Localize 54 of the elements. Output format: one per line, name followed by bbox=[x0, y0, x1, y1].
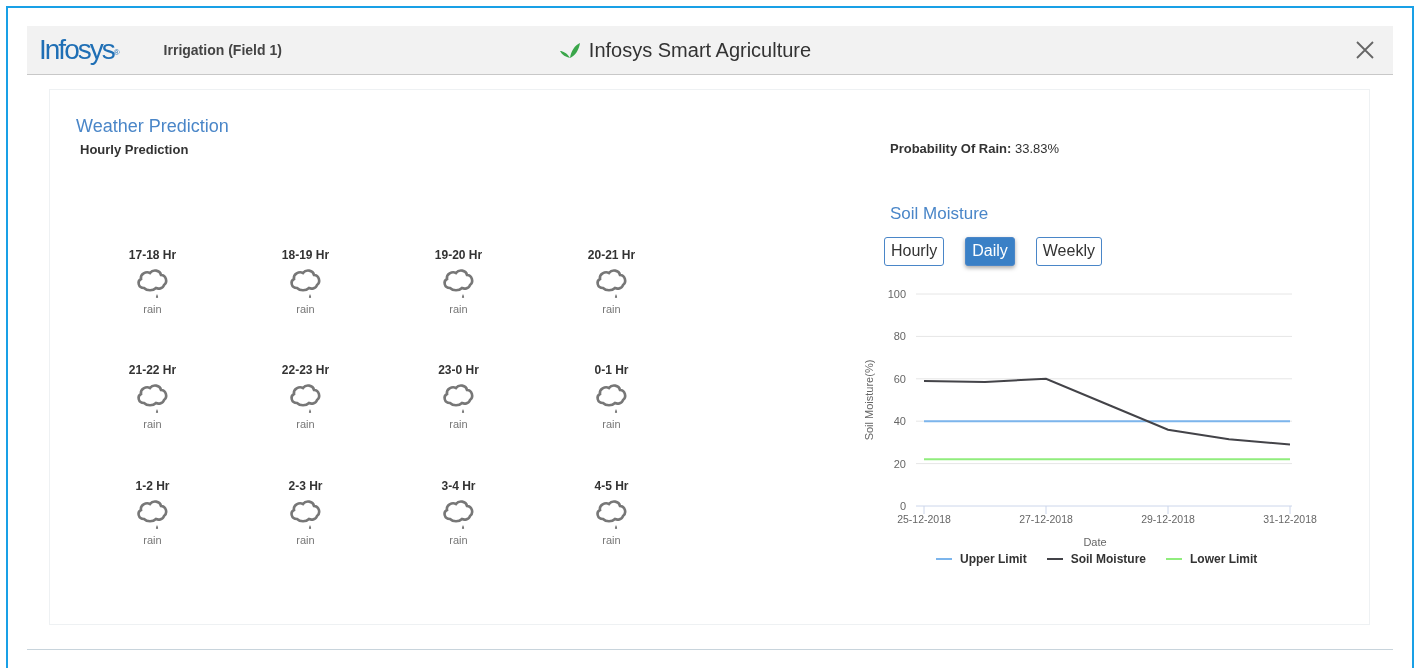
range-tab[interactable]: Weekly bbox=[1035, 237, 1102, 266]
weather-condition: rain bbox=[602, 301, 621, 317]
weather-condition: rain bbox=[449, 301, 468, 317]
hour-label: 21-22 Hr bbox=[128, 362, 177, 379]
weather-condition: rain bbox=[296, 417, 315, 432]
weather-condition: rain bbox=[602, 532, 621, 548]
hour-label: 1-2 Hr bbox=[135, 477, 170, 495]
rain-probability: Probability Of Rain: 33.83% bbox=[890, 140, 1061, 158]
x-tick-label: 31-12-2018 bbox=[1263, 512, 1317, 525]
app-brand: Infosys Smart Agriculture bbox=[588, 38, 812, 63]
section-title: Soil Moisture bbox=[890, 202, 990, 225]
hour-label: 22-23 Hr bbox=[281, 362, 330, 379]
weather-condition: rain bbox=[296, 301, 315, 317]
weather-condition: rain bbox=[143, 532, 162, 548]
hour-label: 2-3 Hr bbox=[288, 477, 323, 495]
legend-item[interactable]: Lower Limit bbox=[1166, 549, 1258, 568]
hour-label: 0-1 Hr bbox=[594, 362, 629, 379]
hour-label: 17-18 Hr bbox=[128, 246, 177, 264]
range-tab[interactable]: Daily bbox=[965, 237, 1015, 266]
section-subtitle: Hourly Prediction bbox=[80, 141, 190, 159]
hour-label: 20-21 Hr bbox=[587, 246, 636, 264]
legend-line-icon bbox=[936, 557, 952, 560]
y-tick-label: 40 bbox=[893, 415, 906, 427]
weather-condition: rain bbox=[449, 417, 468, 432]
section-title: Weather Prediction bbox=[76, 115, 230, 138]
x-axis-title: Date bbox=[1083, 535, 1107, 548]
weather-condition: rain bbox=[143, 417, 162, 432]
page-title: Irrigation (Field 1) bbox=[163, 40, 282, 60]
legend-item[interactable]: Upper Limit bbox=[936, 549, 1027, 568]
hour-label: 19-20 Hr bbox=[434, 246, 483, 264]
leaf-icon bbox=[558, 41, 581, 59]
company-logo: Infosys$^{®}$ bbox=[39, 36, 120, 64]
legend-line-icon bbox=[1166, 557, 1182, 560]
legend-line-icon bbox=[1046, 557, 1063, 560]
y-tick-label: 0 bbox=[899, 499, 906, 512]
x-tick-label: 29-12-2018 bbox=[1141, 512, 1195, 525]
hour-label: 23-0 Hr bbox=[438, 362, 479, 379]
y-tick-label: 60 bbox=[893, 372, 906, 385]
close-icon[interactable] bbox=[1355, 40, 1375, 60]
weather-condition: rain bbox=[143, 301, 162, 317]
weather-condition: rain bbox=[296, 532, 315, 548]
y-tick-label: 20 bbox=[893, 457, 906, 470]
range-tab[interactable]: Hourly bbox=[884, 237, 945, 266]
weather-condition: rain bbox=[449, 532, 468, 548]
hour-label: 4-5 Hr bbox=[594, 477, 629, 495]
y-tick-label: 100 bbox=[887, 287, 906, 300]
y-tick-label: 80 bbox=[893, 330, 906, 343]
hour-label: 18-19 Hr bbox=[281, 246, 330, 264]
hour-label: 3-4 Hr bbox=[441, 477, 476, 495]
x-tick-label: 25-12-2018 bbox=[897, 512, 951, 525]
y-axis-title: Soil Moisture(%) bbox=[863, 359, 875, 441]
legend-item[interactable]: Soil Moisture bbox=[1046, 549, 1146, 568]
x-tick-label: 27-12-2018 bbox=[1019, 512, 1073, 525]
weather-condition: rain bbox=[602, 417, 621, 432]
